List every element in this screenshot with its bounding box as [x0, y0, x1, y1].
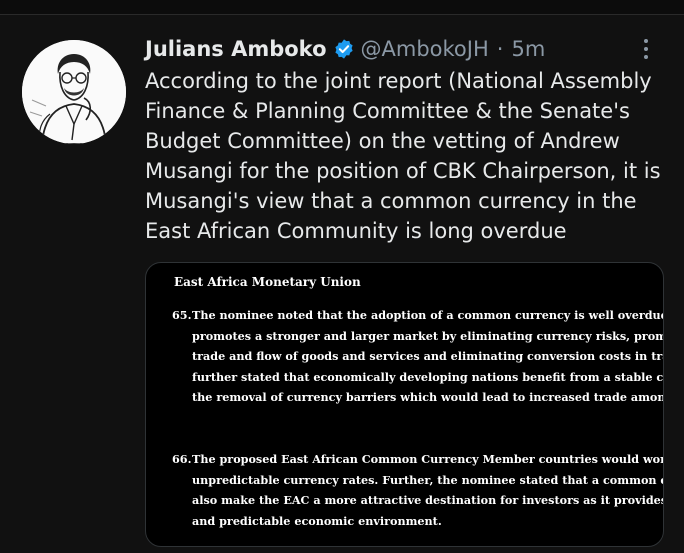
- verified-badge-icon[interactable]: [333, 38, 355, 60]
- author-handle[interactable]: @AmbokoJH: [361, 37, 489, 61]
- paragraph-line: unpredictable currency rates. Further, t…: [192, 472, 663, 487]
- sketch-portrait-icon: [22, 40, 126, 144]
- tweet-text: According to the joint report (National …: [145, 69, 661, 243]
- previous-tweet-divider: [0, 0, 684, 15]
- paragraph-65: 65. The nominee noted that the adoption …: [172, 305, 664, 408]
- paragraph-number: 65.: [172, 308, 192, 322]
- attached-document-image[interactable]: East Africa Monetary Union 65. The nomin…: [145, 262, 664, 547]
- paragraph-line: also make the EAC a more attractive dest…: [192, 493, 664, 507]
- document-title: East Africa Monetary Union: [174, 275, 361, 289]
- header-separator: ·: [496, 37, 504, 61]
- avatar[interactable]: [22, 40, 126, 144]
- paragraph-number: 66.: [172, 452, 192, 466]
- paragraph-line: and predictable economic environment.: [192, 513, 442, 528]
- paragraph-line: promotes a stronger and larger market by…: [192, 328, 664, 343]
- paragraph-line: the removal of currency barriers which w…: [192, 390, 663, 404]
- tweet-header: Julians Amboko @AmbokoJH · 5m: [145, 34, 545, 64]
- paragraph-line: The nominee noted that the adoption of a…: [192, 308, 664, 322]
- author-display-name[interactable]: Julians Amboko: [145, 37, 327, 61]
- paragraph-line: trade and flow of goods and services and…: [192, 349, 664, 363]
- paragraph-line: The proposed East African Common Currenc…: [192, 452, 663, 466]
- tweet-timestamp[interactable]: 5m: [511, 37, 545, 61]
- paragraph-66: 66. The proposed East African Common Cur…: [172, 449, 664, 531]
- more-vertical-icon[interactable]: [632, 34, 660, 64]
- paragraph-line: further stated that economically develop…: [192, 369, 664, 384]
